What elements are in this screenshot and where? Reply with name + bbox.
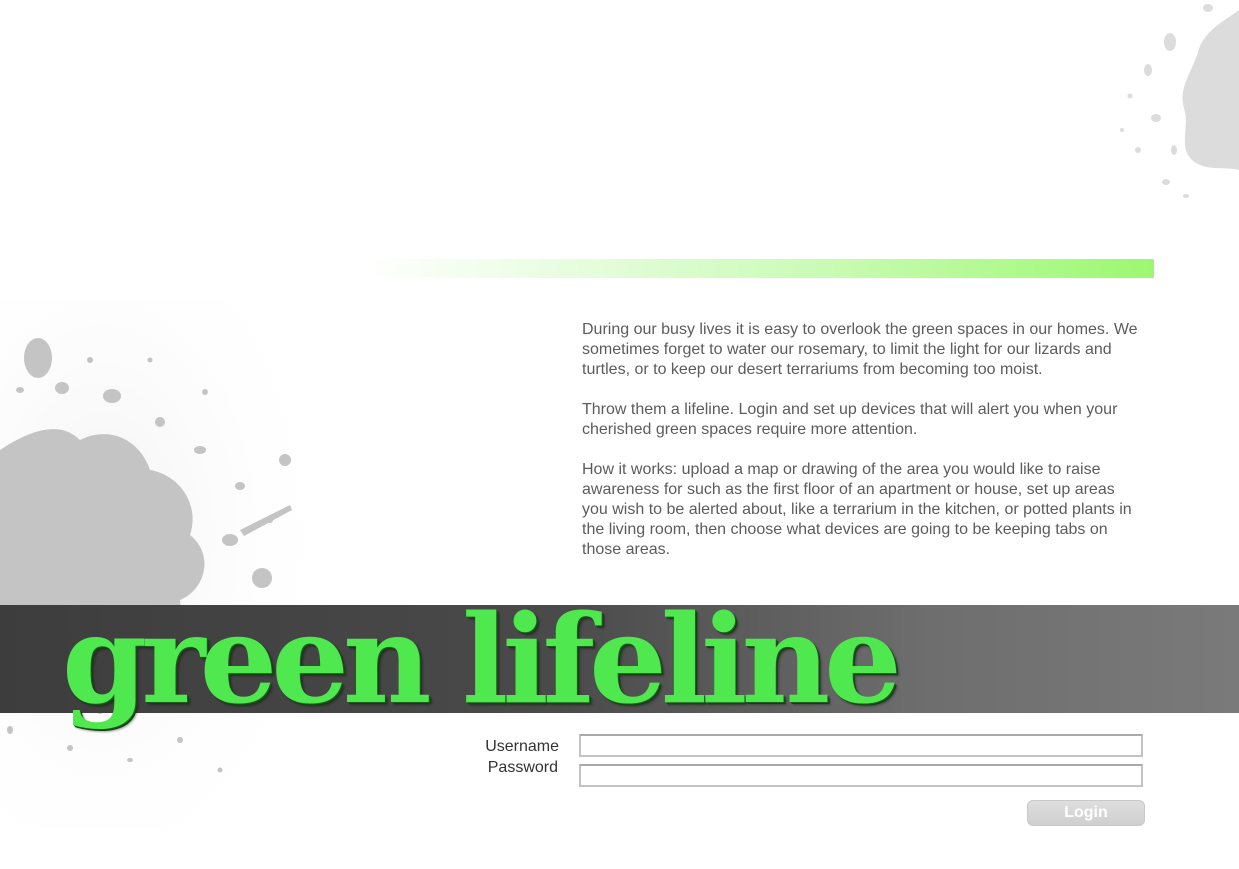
brand-logo-title: green lifeline <box>62 587 902 731</box>
password-label: Password <box>487 759 558 776</box>
password-input[interactable] <box>579 764 1143 787</box>
paint-splatter-top-right <box>1120 4 1239 198</box>
intro-paragraph-2: Throw them a lifeline. Login and set up … <box>582 401 1118 438</box>
username-label: Username <box>485 738 559 755</box>
intro-text: During our busy lives it is easy to over… <box>582 320 1142 580</box>
green-accent-bar <box>365 259 1154 278</box>
intro-paragraph-3: How it works: upload a map or drawing of… <box>582 461 1132 558</box>
paint-splatter-left <box>0 300 340 830</box>
username-input[interactable] <box>579 734 1143 757</box>
intro-paragraph-1: During our busy lives it is easy to over… <box>582 321 1138 378</box>
login-button[interactable]: Login <box>1027 800 1145 826</box>
